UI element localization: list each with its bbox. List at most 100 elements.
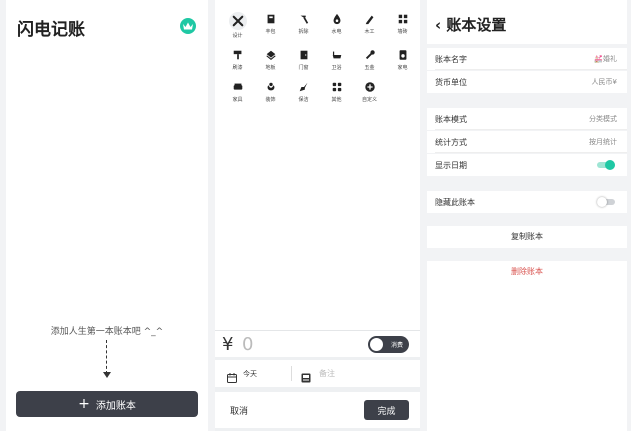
- settings-row-currency[interactable]: 货币单位 人民币¥: [427, 71, 627, 93]
- row-divider: [435, 129, 627, 130]
- switch-knob: [605, 160, 615, 170]
- grid-icon: [330, 80, 344, 94]
- expense-toggle-label: 消费: [390, 342, 403, 349]
- category-label: 其他: [331, 97, 342, 103]
- category-label: 家具: [232, 97, 243, 103]
- plus-icon: +: [78, 396, 90, 412]
- category-label: 墙砖: [397, 29, 408, 35]
- settings-title: 账本设置: [446, 16, 507, 34]
- bathtub-icon: [330, 48, 344, 62]
- category-item[interactable]: 门窗: [287, 48, 320, 71]
- hide-ledger-switch[interactable]: [597, 197, 615, 207]
- arrow-head-icon: [103, 372, 111, 378]
- category-item[interactable]: 卫浴: [320, 48, 353, 71]
- category-item[interactable]: 水电: [320, 12, 353, 39]
- note-icon: [301, 368, 311, 387]
- currency-symbol: ¥: [222, 334, 234, 355]
- row-value: 分类模式: [589, 115, 617, 123]
- category-item[interactable]: 丰包: [254, 12, 287, 39]
- category-item[interactable]: 刷漆: [221, 48, 254, 71]
- category-label: 拆除: [298, 29, 309, 35]
- show-date-switch[interactable]: [597, 160, 615, 170]
- settings-row-show-date: 显示日期: [427, 154, 627, 176]
- category-item[interactable]: 设计: [221, 12, 254, 39]
- category-label: 刷漆: [232, 65, 243, 71]
- category-item[interactable]: 装饰: [254, 80, 287, 103]
- ledger-list-screen: 闪电记账 添加人生第一本账本吧 ^_^ + 添加账本: [6, 0, 208, 431]
- plus-circle-icon: [363, 80, 377, 94]
- row-value: 按月统计: [589, 138, 617, 146]
- close-tools-icon: [228, 12, 247, 30]
- cancel-button[interactable]: 取消: [230, 404, 248, 417]
- category-label: 地板: [265, 65, 276, 71]
- date-note-row: 今天 备注: [215, 360, 420, 387]
- appliance-icon: [396, 48, 410, 62]
- row-label: 账本名字: [435, 55, 467, 64]
- done-button[interactable]: 完成: [364, 400, 409, 420]
- empty-area: [427, 283, 627, 431]
- door-icon: [297, 48, 311, 62]
- add-ledger-button[interactable]: + 添加账本: [16, 391, 198, 417]
- category-grid: 设计 丰包 拆除 水电 木工 墙砖刷漆 地板 门窗 卫浴 五金 家电家具 装饰 保洁 其他 自定义: [221, 12, 419, 103]
- dashed-arrow: [106, 340, 107, 374]
- crown-icon[interactable]: [180, 18, 196, 34]
- broom-icon: [297, 80, 311, 94]
- delete-ledger-button[interactable]: 删除账本: [427, 261, 627, 283]
- settings-row-stats[interactable]: 统计方式 按月统计: [427, 131, 627, 153]
- switch-knob: [597, 197, 607, 207]
- category-item[interactable]: 其他: [320, 80, 353, 103]
- drop-icon: [330, 12, 344, 26]
- copy-ledger-button[interactable]: 复制账本: [427, 226, 627, 248]
- category-item[interactable]: 家电: [386, 48, 419, 71]
- note-input[interactable]: 备注: [319, 368, 335, 379]
- settings-row-name[interactable]: 账本名字 💒婚礼: [427, 48, 627, 70]
- layers-icon: [264, 48, 278, 62]
- brick-icon: [396, 12, 410, 26]
- category-label: 家电: [397, 65, 408, 71]
- row-label: 账本模式: [435, 115, 467, 124]
- category-label: 水电: [331, 29, 342, 35]
- expense-toggle[interactable]: 消费: [368, 336, 409, 353]
- category-item[interactable]: 保洁: [287, 80, 320, 103]
- settings-row-hide: 隐藏此账本: [427, 191, 627, 213]
- category-label: 卫浴: [331, 65, 342, 71]
- amount-row: ¥ 0 消费: [215, 330, 420, 357]
- toggle-knob: [370, 338, 383, 351]
- plant-icon: [264, 80, 278, 94]
- calendar-icon[interactable]: [227, 368, 237, 387]
- ledger-settings-screen: ‹ 账本设置 账本名字 💒婚礼 货币单位 人民币¥ 账本模式 分类模式 统计方式…: [427, 0, 627, 431]
- row-label: 货币单位: [435, 78, 467, 87]
- settings-header: ‹ 账本设置: [427, 0, 627, 44]
- empty-hint: 添加人生第一本账本吧 ^_^: [50, 327, 164, 337]
- divider: [291, 366, 292, 381]
- category-item[interactable]: 自定义: [353, 80, 386, 103]
- action-row: 取消 完成: [215, 392, 420, 428]
- add-ledger-label: 添加账本: [95, 400, 136, 412]
- category-item[interactable]: 木工: [353, 12, 386, 39]
- category-label: 装饰: [265, 97, 276, 103]
- category-item[interactable]: 拆除: [287, 12, 320, 39]
- category-item[interactable]: 家具: [221, 80, 254, 103]
- category-grid-area: 设计 丰包 拆除 水电 木工 墙砖刷漆 地板 门窗 卫浴 五金 家电家具 装饰 保洁 其他 自定义: [215, 0, 420, 330]
- app-title: 闪电记账: [17, 20, 85, 40]
- hammer-icon: [297, 12, 311, 26]
- row-value: 人民币¥: [591, 78, 617, 86]
- row-label: 隐藏此账本: [435, 198, 475, 207]
- amount-input[interactable]: 0: [242, 334, 253, 355]
- back-chevron-icon[interactable]: ‹: [435, 16, 441, 34]
- category-label: 设计: [232, 33, 243, 39]
- category-item[interactable]: 五金: [353, 48, 386, 71]
- category-item[interactable]: 地板: [254, 48, 287, 71]
- category-label: 保洁: [298, 97, 309, 103]
- entry-screen: 设计 丰包 拆除 水电 木工 墙砖刷漆 地板 门窗 卫浴 五金 家电家具 装饰 保洁 其他 自定义 ¥ 0 …: [215, 0, 420, 431]
- row-divider: [435, 69, 627, 70]
- category-label: 丰包: [265, 29, 276, 35]
- date-label[interactable]: 今天: [243, 369, 257, 379]
- settings-row-mode[interactable]: 账本模式 分类模式: [427, 108, 627, 130]
- category-label: 五金: [364, 65, 375, 71]
- row-value: 💒婚礼: [594, 55, 617, 63]
- paint-roller-icon: [231, 48, 245, 62]
- category-item[interactable]: 墙砖: [386, 12, 419, 39]
- category-label: 自定义: [361, 97, 377, 103]
- row-label: 显示日期: [435, 161, 467, 170]
